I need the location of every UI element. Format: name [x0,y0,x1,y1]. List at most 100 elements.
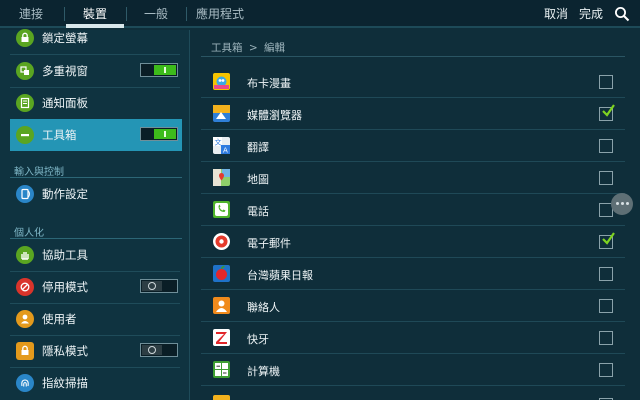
svg-text:A: A [223,147,228,155]
toggle-knob [154,129,176,139]
multi-window-icon [16,62,34,80]
users-icon [16,310,34,328]
lock-screen-icon [16,29,34,47]
list-item-label: 計算機 [247,365,280,378]
checkbox[interactable] [599,363,613,377]
sidebar-item-toolbox[interactable]: 工具箱 [10,119,182,151]
sidebar-item-fingerprint[interactable]: 指紋掃描 [0,367,190,399]
list-item-label: 快牙 [247,333,269,346]
sidebar-item-notification-panel[interactable]: 通知面板 [0,87,190,119]
list-item-label: 台灣蘋果日報 [247,269,313,282]
blocking-mode-toggle[interactable] [140,279,178,293]
checkbox-checked[interactable] [599,104,615,121]
list-item-maps[interactable]: 地圖 [201,162,625,194]
dot [621,202,624,205]
phone-icon [213,201,230,218]
toggle-knob [142,281,162,291]
sidebar-item-multi-window[interactable]: 多重視窗 [0,55,190,87]
main-panel: 工具箱 > 編輯 布卡漫畫 媒體瀏覽器 文A 翻譯 地圖 電話 電子郵件 台灣蘋… [191,30,640,400]
list-item-zapya[interactable]: 快牙 [201,322,625,354]
comic-app-icon [213,73,230,90]
sidebar-item-label: 通知面板 [42,96,88,110]
sidebar-item-label: 指紋掃描 [42,376,88,390]
toggle-knob [142,345,162,355]
list-item-partial[interactable] [201,386,625,400]
svg-text:文: 文 [215,138,222,147]
zapya-icon [213,329,230,346]
search-icon[interactable] [614,6,630,22]
translate-icon: 文A [213,137,230,155]
breadcrumb: 工具箱 > 編輯 [211,40,285,55]
cancel-button[interactable]: 取消 [544,0,568,28]
sidebar-item-accessibility[interactable]: 協助工具 [0,239,190,271]
list-item-comic[interactable]: 布卡漫畫 [201,66,625,98]
toggle-knob [154,65,176,75]
sidebar-item-users[interactable]: 使用者 [0,303,190,335]
list-item-translate[interactable]: 文A 翻譯 [201,130,625,162]
sidebar-item-label: 協助工具 [42,248,88,262]
list-item-phone[interactable]: 電話 [201,194,625,226]
divider [201,56,625,57]
checkbox[interactable] [599,331,613,345]
app-icon [213,395,230,400]
sidebar-item-motion[interactable]: 動作設定 [0,178,190,210]
fingerprint-icon [16,374,34,392]
list-item-label: 地圖 [247,173,269,186]
sidebar-item-label: 停用模式 [42,280,88,294]
contacts-icon [213,297,230,314]
check-icon [602,104,615,117]
list-item-calculator[interactable]: 計算機 [201,354,625,386]
section-header-personalization: 個人化 [14,228,44,239]
toolbox-toggle[interactable] [140,127,178,141]
checkbox[interactable] [599,75,613,89]
notification-panel-icon [16,94,34,112]
sidebar-item-label: 工具箱 [42,128,77,142]
sidebar-item-label: 隱私模式 [42,344,88,358]
calculator-icon [213,361,230,378]
toolbox-icon [16,126,34,144]
breadcrumb-separator: > [248,42,258,54]
list-item-label: 翻譯 [247,141,269,154]
sidebar-item-blocking-mode[interactable]: 停用模式 [0,271,190,303]
breadcrumb-current: 編輯 [264,42,285,54]
private-mode-icon [16,342,34,360]
sidebar-item-label: 鎖定螢幕 [42,31,88,45]
list-item-email[interactable]: 電子郵件 [201,226,625,258]
list-item-apple-daily[interactable]: 台灣蘋果日報 [201,258,625,290]
list-item-label: 電子郵件 [247,237,291,250]
sidebar: 鎖定螢幕 多重視窗 通知面板 工具箱 輸入與控制 動作設定 個人化 協助工具 停… [0,29,190,400]
sidebar-item-private-mode[interactable]: 隱私模式 [0,335,190,367]
floating-menu-handle[interactable] [611,193,633,215]
maps-icon [213,169,230,186]
dot [626,202,629,205]
tab-divider [186,7,187,21]
list-item-label: 布卡漫畫 [247,77,291,90]
check-icon [602,232,615,245]
checkbox[interactable] [599,299,613,313]
motion-icon [16,185,34,203]
blocking-mode-icon [16,278,34,296]
list-item-contacts[interactable]: 聯絡人 [201,290,625,322]
done-button[interactable]: 完成 [579,0,603,28]
list-item-label: 媒體瀏覽器 [247,109,302,122]
list-item-media-browser[interactable]: 媒體瀏覽器 [201,98,625,130]
sidebar-item-label: 多重視窗 [42,64,88,78]
accessibility-icon [16,246,34,264]
apple-daily-icon [213,265,230,282]
breadcrumb-parent[interactable]: 工具箱 [211,42,243,54]
sidebar-item-lock-screen[interactable]: 鎖定螢幕 [0,22,190,54]
media-browser-icon [213,105,230,122]
list-item-label: 聯絡人 [247,301,280,314]
section-header-input-control: 輸入與控制 [14,167,64,178]
checkbox[interactable] [599,171,613,185]
tab-applications[interactable]: 應用程式 [188,0,252,28]
checkbox-checked[interactable] [599,232,615,249]
checkbox[interactable] [599,267,613,281]
tab-divider [64,7,65,21]
email-icon [213,233,230,250]
dot [616,202,619,205]
checkbox[interactable] [599,139,613,153]
private-mode-toggle[interactable] [140,343,178,357]
sidebar-item-label: 使用者 [42,312,77,326]
multi-window-toggle[interactable] [140,63,178,77]
